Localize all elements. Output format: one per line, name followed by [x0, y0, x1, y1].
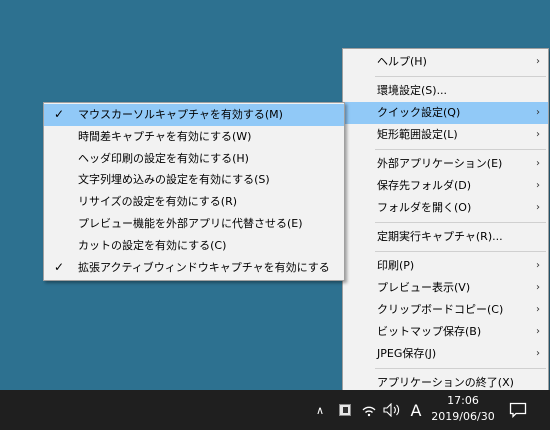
menu-item[interactable]: 保存先フォルダ(D) ›	[343, 175, 548, 197]
menu-item-label: 環境設定(S)...	[377, 84, 448, 97]
menu-item[interactable]: 環境設定(S)...	[343, 80, 548, 102]
clock-date: 2019/06/30	[431, 410, 495, 423]
clock-time: 17:06	[447, 394, 479, 407]
quick-settings-submenu: ✓ マウスカーソルキャプチャを有効する(M) 時間差キャプチャを有効にする(W) ヘッ…	[43, 102, 345, 281]
menu-item[interactable]: プレビュー表示(V) ›	[343, 277, 548, 299]
menu-item-label: プレビュー表示(V)	[377, 281, 471, 294]
quick-setting-item[interactable]: カットの設定を有効にする(C)	[44, 235, 344, 257]
submenu-arrow-icon: ›	[536, 304, 540, 315]
menu-item[interactable]: 矩形範囲設定(L) ›	[343, 124, 548, 146]
quick-setting-item[interactable]: ✓ 拡張アクティブウィンドウキャプチャを有効にする	[44, 257, 344, 279]
quick-setting-label: プレビュー機能を外部アプリに代替させる(E)	[78, 216, 303, 230]
menu-item[interactable]: JPEG保存(J) ›	[343, 343, 548, 365]
submenu-arrow-icon: ›	[536, 202, 540, 213]
menu-separator	[375, 76, 546, 77]
taskbar: ∧ A 17:06 2019/06/30	[0, 390, 550, 430]
menu-item[interactable]: クリップボードコピー(C) ›	[343, 299, 548, 321]
submenu-arrow-icon: ›	[536, 158, 540, 169]
quick-setting-item[interactable]: ヘッダ印刷の設定を有効にする(H)	[44, 148, 344, 170]
menu-separator	[375, 222, 546, 223]
submenu-arrow-icon: ›	[536, 180, 540, 191]
submenu-arrow-icon: ›	[536, 260, 540, 271]
clock[interactable]: 17:06 2019/06/30	[428, 393, 498, 425]
quick-setting-item[interactable]: リサイズの設定を有効にする(R)	[44, 191, 344, 213]
capture-app-tray-icon[interactable]	[337, 390, 353, 430]
menu-item[interactable]: 外部アプリケーション(E) ›	[343, 153, 548, 175]
tray-context-menu: ヘルプ(H) › 環境設定(S)... クイック設定(Q) › 矩形範囲設定(L) › 外部ア…	[342, 48, 549, 396]
menu-separator	[375, 368, 546, 369]
menu-separator	[375, 251, 546, 252]
menu-item[interactable]: 印刷(P) ›	[343, 255, 548, 277]
menu-item-label: アプリケーションの終了(X)	[377, 376, 514, 389]
action-center-icon[interactable]	[503, 390, 533, 430]
menu-item-label: 印刷(P)	[377, 259, 415, 272]
quick-setting-label: リサイズの設定を有効にする(R)	[78, 195, 238, 209]
menu-item[interactable]: ビットマップ保存(B) ›	[343, 321, 548, 343]
quick-setting-label: 文字列埋め込みの設定を有効にする(S)	[78, 173, 270, 187]
submenu-arrow-icon: ›	[536, 107, 540, 118]
submenu-arrow-icon: ›	[536, 348, 540, 359]
menu-item-label: クイック設定(Q)	[377, 106, 461, 119]
quick-setting-item[interactable]: 時間差キャプチャを有効にする(W)	[44, 126, 344, 148]
menu-item-label: 定期実行キャプチャ(R)...	[377, 230, 503, 243]
submenu-arrow-icon: ›	[536, 56, 540, 67]
menu-item[interactable]: フォルダを開く(O) ›	[343, 197, 548, 219]
quick-setting-item[interactable]: プレビュー機能を外部アプリに代替させる(E)	[44, 213, 344, 235]
submenu-arrow-icon: ›	[536, 326, 540, 337]
wifi-icon[interactable]	[360, 390, 378, 430]
quick-setting-label: 拡張アクティブウィンドウキャプチャを有効にする	[78, 260, 330, 274]
quick-setting-label: 時間差キャプチャを有効にする(W)	[78, 129, 252, 143]
menu-item-label: 保存先フォルダ(D)	[377, 179, 472, 192]
menu-item-label: ヘルプ(H)	[377, 55, 427, 68]
menu-item-label: 矩形範囲設定(L)	[377, 128, 458, 141]
quick-setting-label: カットの設定を有効にする(C)	[78, 238, 227, 252]
checkmark-icon: ✓	[53, 259, 65, 274]
menu-separator	[375, 149, 546, 150]
quick-setting-label: マウスカーソルキャプチャを有効する(M)	[78, 108, 283, 121]
menu-item-label: 外部アプリケーション(E)	[377, 157, 503, 170]
menu-item-label: フォルダを開く(O)	[377, 201, 472, 214]
menu-item[interactable]: ヘルプ(H) ›	[343, 51, 548, 73]
menu-item-label: ビットマップ保存(B)	[377, 325, 482, 338]
submenu-arrow-icon: ›	[536, 282, 540, 293]
submenu-arrow-icon: ›	[536, 129, 540, 140]
quick-setting-item[interactable]: ✓ マウスカーソルキャプチャを有効する(M)	[44, 104, 344, 126]
menu-item[interactable]: 定期実行キャプチャ(R)...	[343, 226, 548, 248]
menu-item[interactable]: クイック設定(Q) ›	[343, 102, 548, 124]
show-hidden-icons-chevron-icon[interactable]: ∧	[313, 390, 327, 430]
menu-item-label: クリップボードコピー(C)	[377, 303, 504, 316]
ime-mode-indicator[interactable]: A	[406, 390, 426, 430]
menu-item-label: JPEG保存(J)	[377, 347, 437, 360]
volume-icon[interactable]	[383, 390, 401, 430]
quick-setting-label: ヘッダ印刷の設定を有効にする(H)	[78, 151, 249, 165]
checkmark-icon: ✓	[53, 107, 65, 121]
quick-setting-item[interactable]: 文字列埋め込みの設定を有効にする(S)	[44, 169, 344, 191]
